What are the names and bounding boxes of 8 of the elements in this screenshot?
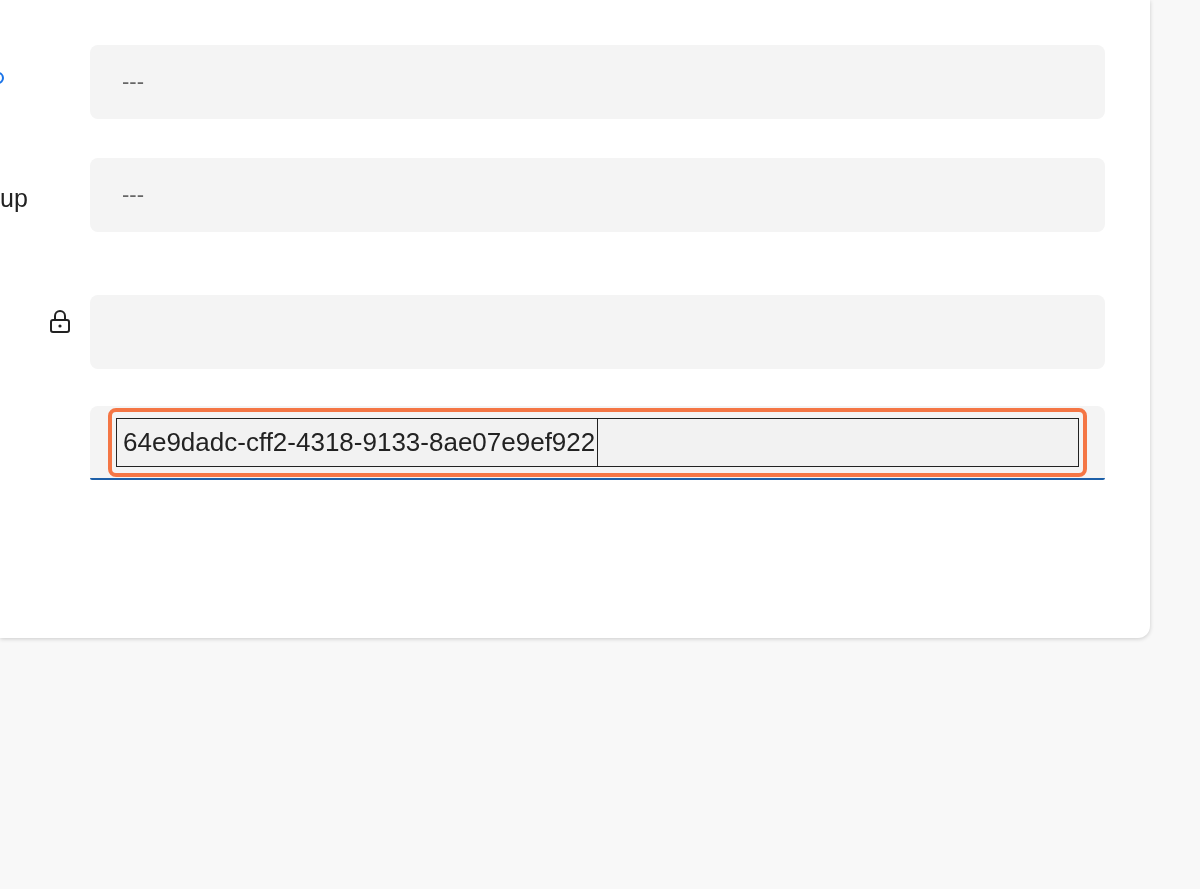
text-field[interactable]: ---: [90, 158, 1105, 232]
field-value: 64e9dadc-cff2-4318-9133-8ae07e9ef922: [123, 418, 599, 466]
field-value: ---: [122, 69, 144, 95]
field-label: up: [0, 183, 28, 213]
field-value: ---: [122, 182, 144, 208]
lock-icon: [49, 309, 71, 333]
id-field[interactable]: 64e9dadc-cff2-4318-9133-8ae07e9ef922: [90, 406, 1105, 480]
text-field[interactable]: ---: [90, 45, 1105, 119]
